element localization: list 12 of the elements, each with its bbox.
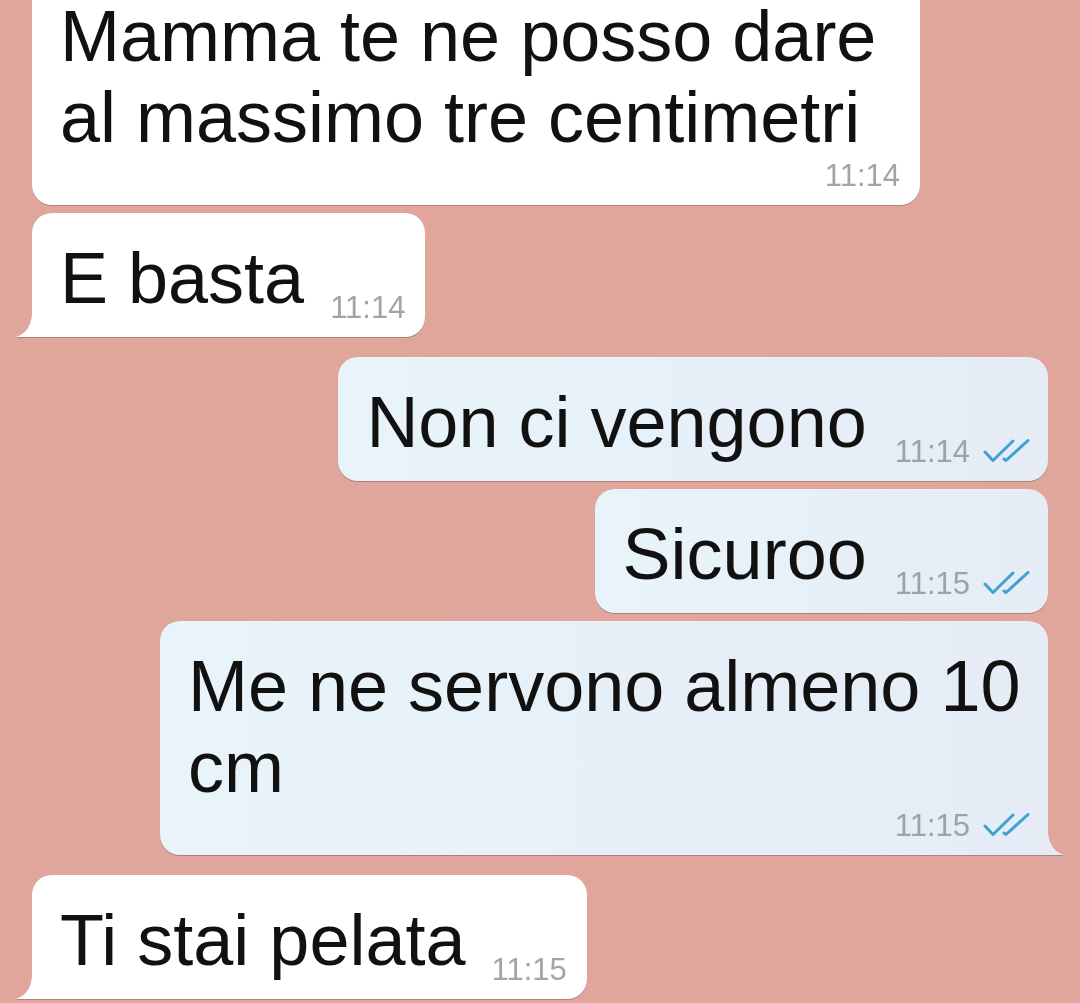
message-time: 11:14: [894, 438, 970, 466]
message-time: 11:14: [824, 162, 900, 190]
message-time: 11:15: [894, 570, 970, 598]
message-time: 11:15: [491, 956, 567, 984]
message-text: Sicuroo: [622, 514, 867, 594]
message-time: 11:14: [330, 294, 406, 322]
message-text: Mamma te ne posso dare al massimo tre centimetri: [60, 0, 877, 157]
message-text: Ti stai pelata: [60, 900, 466, 980]
message-text: Non ci vengono: [366, 382, 867, 462]
message-text: E basta: [60, 238, 305, 318]
message-time: 11:15: [894, 812, 970, 840]
message-text: Me ne servono almeno 10 cm: [188, 646, 1021, 807]
